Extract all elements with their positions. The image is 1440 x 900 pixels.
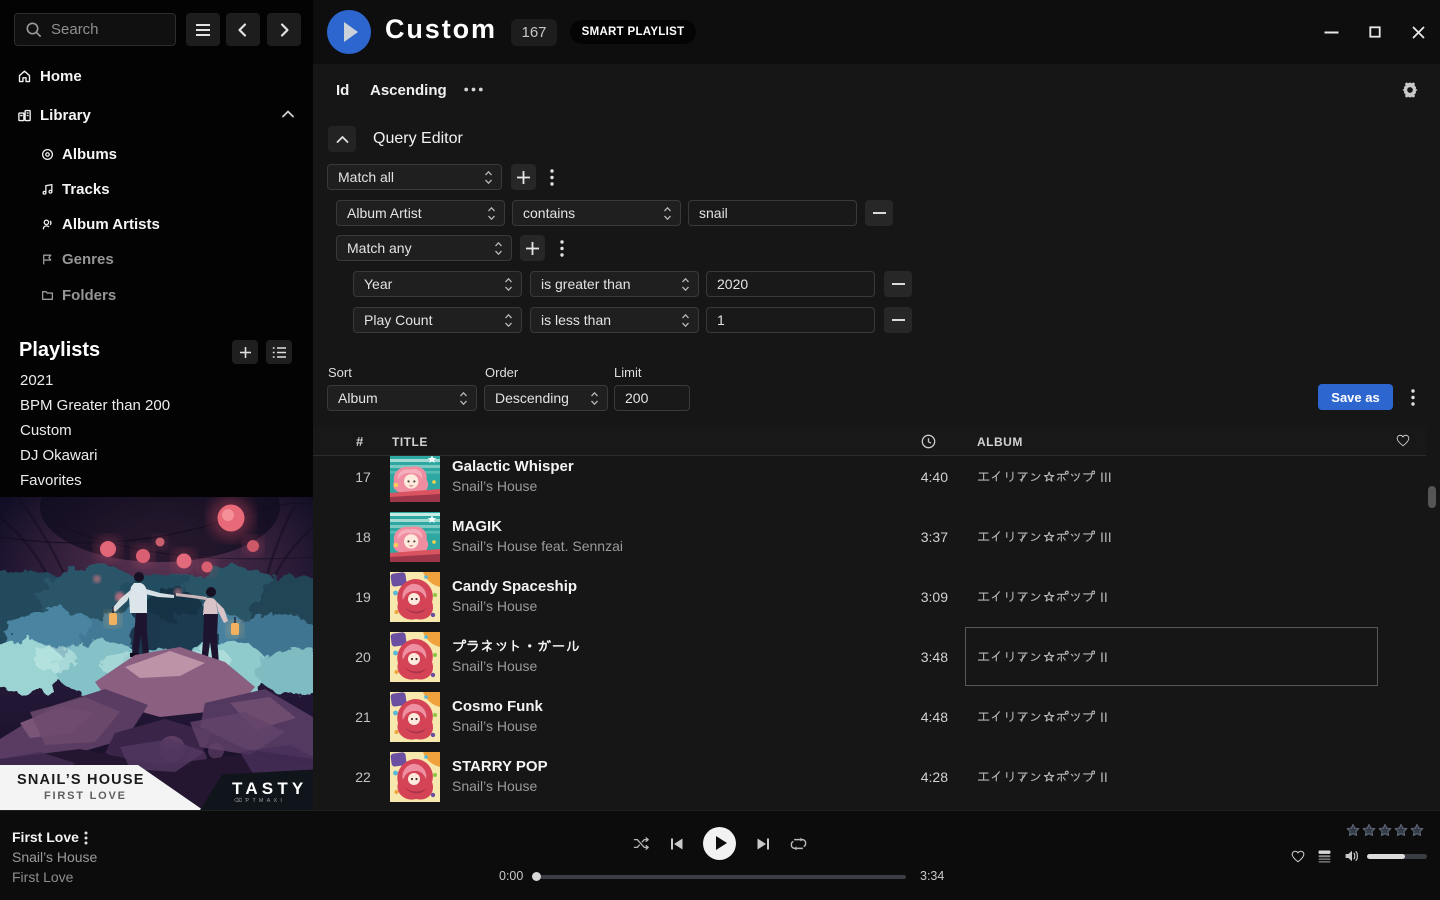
svg-text:TASTY: TASTY — [232, 779, 307, 798]
svg-text:SNAIL’S HOUSE: SNAIL’S HOUSE — [17, 772, 145, 788]
svg-text:⌫ƤTMAXI: ⌫ƤTMAXI — [234, 797, 285, 804]
svg-text:FIRST LOVE: FIRST LOVE — [44, 790, 127, 802]
